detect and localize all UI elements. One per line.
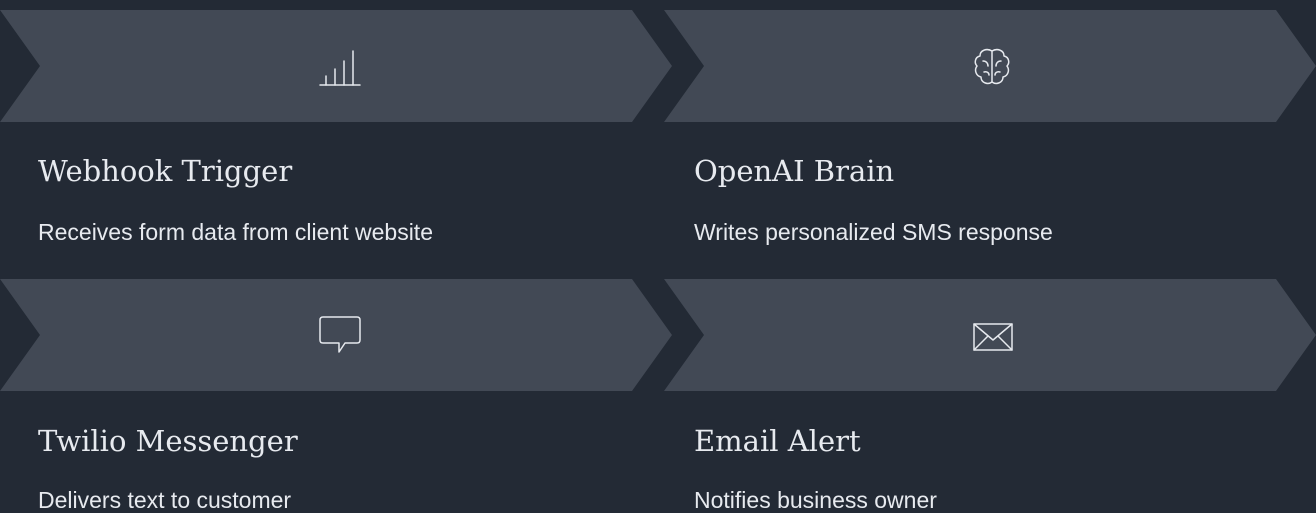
envelope-icon (973, 323, 1013, 351)
step-3-title: Twilio Messenger (38, 424, 298, 458)
step-3-description: Delivers text to customer (38, 487, 292, 513)
brain-icon (974, 48, 1010, 85)
step-4-title: Email Alert (694, 424, 861, 458)
step-4-description: Notifies business owner (694, 487, 937, 513)
workflow-diagram: Webhook Trigger Receives form data from … (0, 0, 1316, 513)
step-2-description: Writes personalized SMS response (694, 219, 1053, 245)
step-1-description: Receives form data from client website (38, 219, 433, 245)
step-2-title: OpenAI Brain (694, 154, 895, 188)
step-1-title: Webhook Trigger (38, 154, 293, 188)
chat-bubble-icon (319, 316, 361, 353)
bar-chart-icon (319, 50, 361, 86)
